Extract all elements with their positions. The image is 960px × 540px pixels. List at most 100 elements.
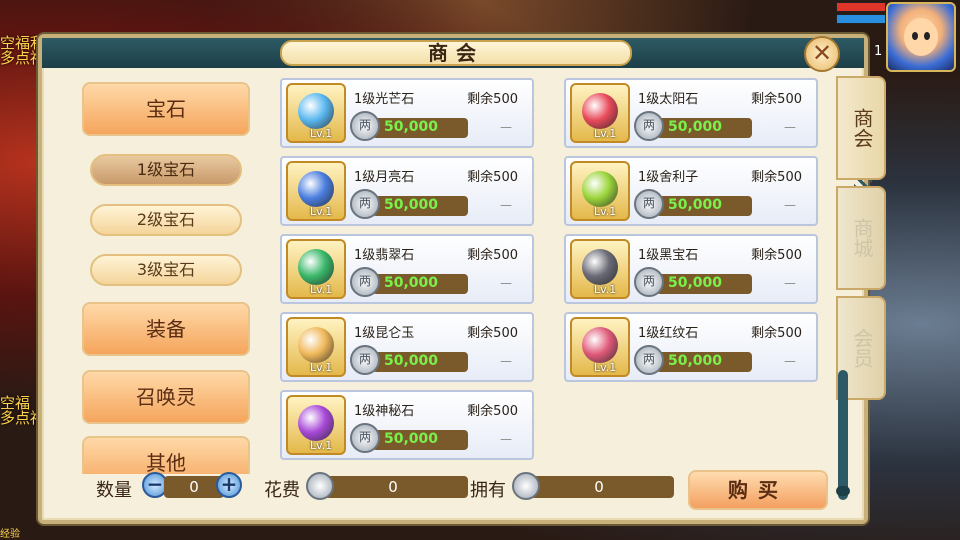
shop-item-card[interactable]: Lv.1 1级黑宝石 剩余500 50,000 两 — (564, 234, 818, 304)
silver-coin-icon: 两 (350, 267, 380, 297)
item-price: 50,000 (384, 119, 439, 135)
item-price: 50,000 (384, 197, 439, 213)
item-level: Lv.1 (310, 283, 333, 296)
shop-item-card[interactable]: Lv.1 1级太阳石 剩余500 50,000 两 — (564, 78, 818, 148)
item-stock: 剩余500 (751, 92, 802, 107)
category-equipment[interactable]: 装备 (82, 302, 250, 356)
item-level: Lv.1 (594, 361, 617, 374)
scrollbar-thumb[interactable] (836, 486, 850, 496)
silver-coin-icon (512, 472, 540, 500)
mp-bar (836, 14, 886, 24)
item-grid: Lv.1 1级光芒石 剩余500 50,000 两 — Lv.1 1级太阳石 剩余500 50,0… (280, 78, 824, 478)
silver-coin-icon: 两 (350, 189, 380, 219)
item-price-bar: 50,000 (656, 118, 752, 138)
item-owned: — (500, 354, 512, 368)
shop-item-card[interactable]: Lv.1 1级光芒石 剩余500 50,000 两 — (280, 78, 534, 148)
gem-icon: Lv.1 (286, 239, 346, 299)
item-owned: — (500, 432, 512, 446)
avatar-eye-left (912, 32, 918, 40)
item-level: Lv.1 (594, 205, 617, 218)
item-price-bar: 50,000 (372, 274, 468, 294)
category-list: 宝石 1级宝石 2级宝石 3级宝石 装备 召唤灵 其他 (82, 78, 254, 474)
item-price-bar: 50,000 (372, 352, 468, 372)
item-name: 1级光芒石 (354, 92, 415, 107)
gem-image (298, 171, 334, 207)
gem-image (298, 405, 334, 441)
item-owned: — (500, 276, 512, 290)
quantity-input[interactable]: 0 (164, 476, 224, 498)
minus-icon: − (146, 472, 164, 496)
item-owned: — (784, 198, 796, 212)
item-stock: 剩余500 (751, 248, 802, 263)
item-owned: — (784, 120, 796, 134)
page-title: 商会 (428, 41, 484, 65)
cost-label: 花费 (264, 480, 300, 501)
panel-titlebar: 商会 (42, 38, 864, 68)
item-price-bar: 50,000 (372, 430, 468, 450)
gem-icon: Lv.1 (570, 161, 630, 221)
shop-item-card[interactable]: Lv.1 1级舍利子 剩余500 50,000 两 — (564, 156, 818, 226)
item-level: Lv.1 (310, 439, 333, 452)
gem-image (582, 327, 618, 363)
category-gem[interactable]: 宝石 (82, 82, 250, 136)
item-stock: 剩余500 (751, 170, 802, 185)
category-gem-level2[interactable]: 2级宝石 (90, 204, 242, 236)
player-avatar[interactable] (886, 2, 956, 72)
category-summon[interactable]: 召唤灵 (82, 370, 250, 424)
cost-value: 0 (318, 476, 468, 498)
close-button[interactable]: ✕ (804, 36, 840, 72)
item-level: Lv.1 (310, 361, 333, 374)
item-level: Lv.1 (310, 127, 333, 140)
item-stock: 剩余500 (467, 404, 518, 419)
item-name: 1级月亮石 (354, 170, 415, 185)
item-price-bar: 50,000 (372, 118, 468, 138)
shop-item-card[interactable]: Lv.1 1级昆仑玉 剩余500 50,000 两 — (280, 312, 534, 382)
gem-icon: Lv.1 (286, 83, 346, 143)
silver-coin-icon (306, 472, 334, 500)
gem-image (582, 171, 618, 207)
item-price: 50,000 (668, 353, 723, 369)
player-status-bars (836, 2, 886, 26)
scrollbar[interactable] (838, 370, 848, 500)
gem-icon: Lv.1 (570, 83, 630, 143)
purchase-bar: 数量 − 0 + 花费 0 拥有 0 购买 (38, 462, 828, 516)
shop-item-card[interactable]: Lv.1 1级红纹石 剩余500 50,000 两 — (564, 312, 818, 382)
shop-item-card[interactable]: Lv.1 1级翡翠石 剩余500 50,000 两 — (280, 234, 534, 304)
gem-image (298, 327, 334, 363)
item-price-bar: 50,000 (656, 274, 752, 294)
item-price: 50,000 (384, 275, 439, 291)
gem-image (582, 93, 618, 129)
tab-mall[interactable]: 商城 (836, 186, 886, 290)
item-name: 1级黑宝石 (638, 248, 699, 263)
gem-image (298, 93, 334, 129)
gem-icon: Lv.1 (570, 317, 630, 377)
item-price: 50,000 (668, 275, 723, 291)
item-price: 50,000 (668, 119, 723, 135)
item-level: Lv.1 (310, 205, 333, 218)
category-gem-level1[interactable]: 1级宝石 (90, 154, 242, 186)
buy-button[interactable]: 购买 (688, 470, 828, 510)
gem-image (298, 249, 334, 285)
item-price: 50,000 (384, 353, 439, 369)
item-owned: — (784, 276, 796, 290)
shop-item-card[interactable]: Lv.1 1级神秘石 剩余500 50,000 两 — (280, 390, 534, 460)
silver-coin-icon: 两 (634, 189, 664, 219)
tab-shop[interactable]: 商会 (836, 76, 886, 180)
gem-icon: Lv.1 (286, 395, 346, 455)
gem-icon: Lv.1 (286, 161, 346, 221)
item-stock: 剩余500 (467, 92, 518, 107)
quantity-increase-button[interactable]: + (216, 472, 242, 498)
hp-bar (836, 2, 886, 12)
category-gem-level3[interactable]: 3级宝石 (90, 254, 242, 286)
gem-icon: Lv.1 (286, 317, 346, 377)
item-stock: 剩余500 (467, 248, 518, 263)
silver-coin-icon: 两 (350, 345, 380, 375)
shop-item-card[interactable]: Lv.1 1级月亮石 剩余500 50,000 两 — (280, 156, 534, 226)
item-price-bar: 50,000 (372, 196, 468, 216)
shop-panel: 商会 宝石 1级宝石 2级宝石 3级宝石 装备 召唤灵 其他 Lv.1 1级光芒石… (38, 34, 872, 524)
item-price: 50,000 (668, 197, 723, 213)
item-price: 50,000 (384, 431, 439, 447)
item-price-bar: 50,000 (656, 352, 752, 372)
silver-coin-icon: 两 (634, 111, 664, 141)
silver-coin-icon: 两 (634, 267, 664, 297)
